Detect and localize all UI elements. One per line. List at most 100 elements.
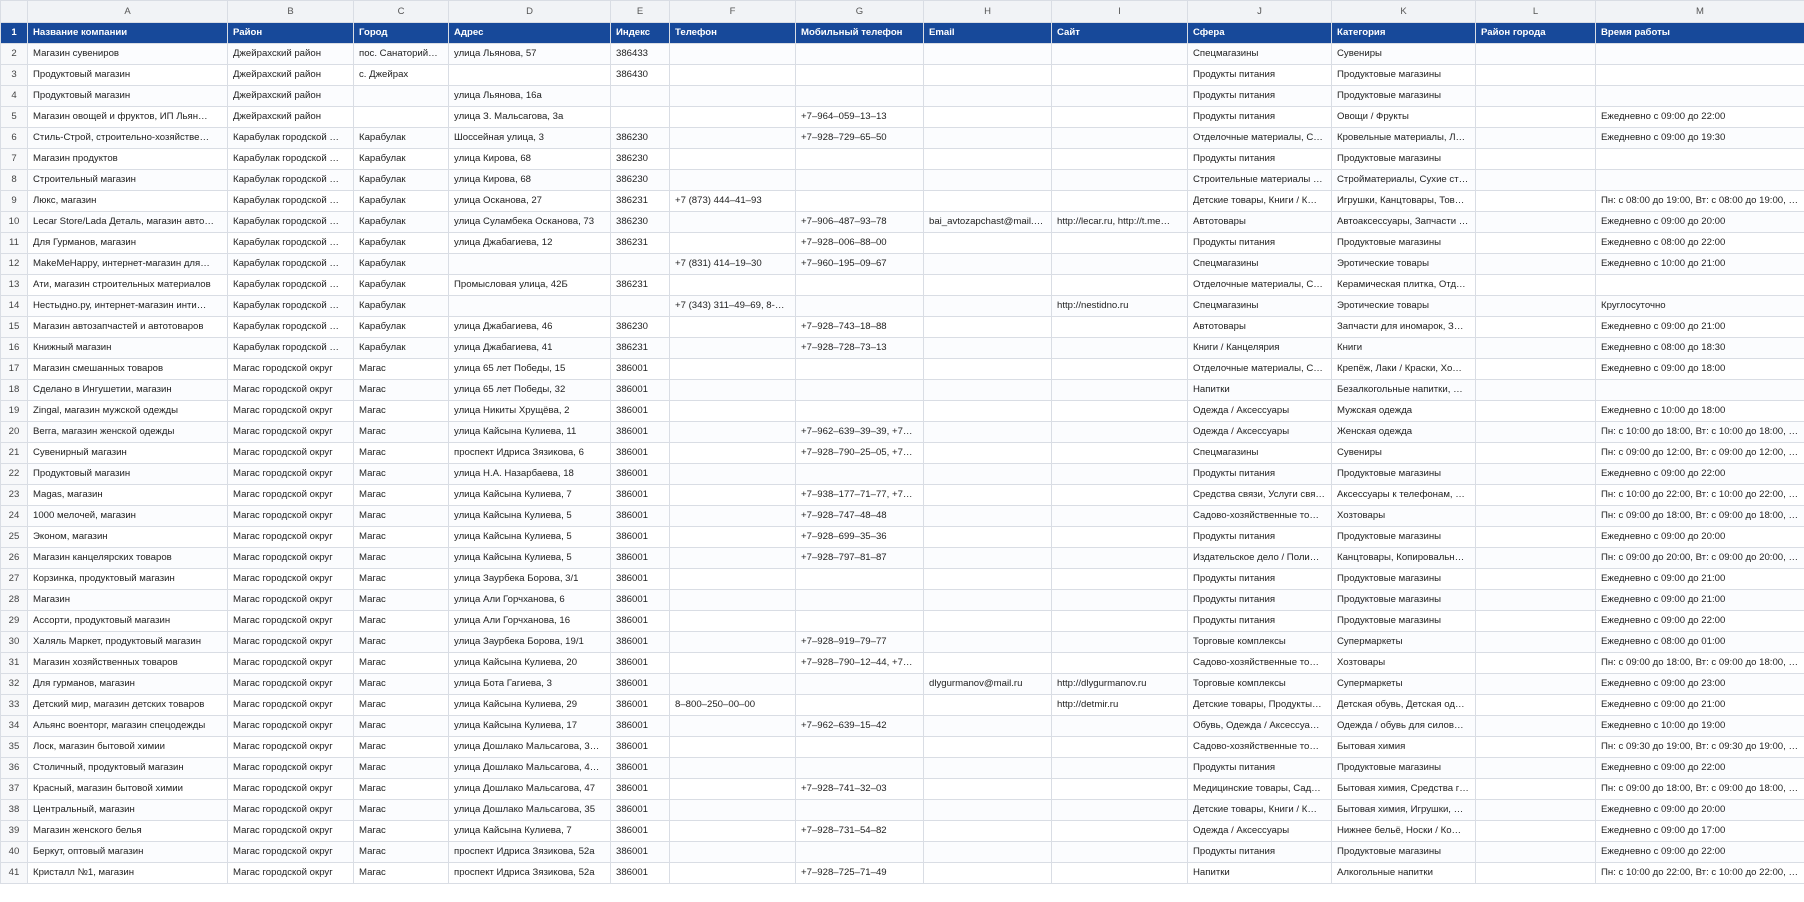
- cell[interactable]: Сувениры: [1331, 43, 1476, 65]
- cell[interactable]: Магас городской округ: [227, 610, 354, 632]
- cell[interactable]: Для Гурманов, магазин: [27, 232, 228, 254]
- cell[interactable]: Ежедневно с 09:00 до 20:00: [1595, 526, 1804, 548]
- cell[interactable]: [795, 673, 924, 695]
- header-cell[interactable]: Сайт: [1051, 22, 1188, 44]
- cell[interactable]: Пн: с 08:00 до 19:00, Вт: с 08:00 до 19:…: [1595, 190, 1804, 212]
- column-header-a[interactable]: A: [27, 0, 228, 23]
- cell[interactable]: 386001: [610, 736, 670, 758]
- row-number[interactable]: 12: [0, 253, 28, 275]
- cell[interactable]: [669, 379, 796, 401]
- cell[interactable]: улица З. Мальсагова, 3а: [448, 106, 611, 128]
- row-number[interactable]: 13: [0, 274, 28, 296]
- cell[interactable]: Алкогольные напитки: [1331, 862, 1476, 884]
- cell[interactable]: Карабулак городской …: [227, 169, 354, 191]
- cell[interactable]: Пн: с 10:00 до 22:00, Вт: с 10:00 до 22:…: [1595, 862, 1804, 884]
- cell[interactable]: Нестыдно.ру, интернет-магазин инти…: [27, 295, 228, 317]
- row-number[interactable]: 32: [0, 673, 28, 695]
- cell[interactable]: +7‒962‒639‒39‒39, +7…: [795, 421, 924, 443]
- cell[interactable]: Продукты питания: [1187, 841, 1332, 863]
- cell[interactable]: [923, 526, 1052, 548]
- cell[interactable]: [795, 400, 924, 422]
- cell[interactable]: +7 (831) 414‒19‒30: [669, 253, 796, 275]
- cell[interactable]: Торговые комплексы: [1187, 631, 1332, 653]
- cell[interactable]: Карабулак: [353, 295, 449, 317]
- cell[interactable]: Центральный, магазин: [27, 799, 228, 821]
- cell[interactable]: [1475, 652, 1596, 674]
- cell[interactable]: [669, 652, 796, 674]
- cell[interactable]: [1475, 295, 1596, 317]
- cell[interactable]: 386001: [610, 547, 670, 569]
- cell[interactable]: [1475, 232, 1596, 254]
- select-all-corner[interactable]: [0, 0, 28, 23]
- cell[interactable]: Магас: [353, 736, 449, 758]
- cell[interactable]: [923, 379, 1052, 401]
- cell[interactable]: Бытовая химия: [1331, 736, 1476, 758]
- cell[interactable]: Магас: [353, 358, 449, 380]
- cell[interactable]: [1051, 547, 1188, 569]
- row-number[interactable]: 40: [0, 841, 28, 863]
- row-number[interactable]: 31: [0, 652, 28, 674]
- row-number[interactable]: 10: [0, 211, 28, 233]
- cell[interactable]: [669, 169, 796, 191]
- cell[interactable]: улица 65 лет Победы, 15: [448, 358, 611, 380]
- cell[interactable]: Ежедневно с 09:00 до 22:00: [1595, 610, 1804, 632]
- cell[interactable]: улица Заурбека Борова, 3/1: [448, 568, 611, 590]
- cell[interactable]: проспект Идриса Зязикова, 52а: [448, 862, 611, 884]
- cell[interactable]: Магазин хозяйственных товаров: [27, 652, 228, 674]
- cell[interactable]: [1475, 841, 1596, 863]
- cell[interactable]: улица Кайсына Кулиева, 17: [448, 715, 611, 737]
- row-number[interactable]: 14: [0, 295, 28, 317]
- cell[interactable]: [669, 568, 796, 590]
- cell[interactable]: Детские товары, Продукты…: [1187, 694, 1332, 716]
- cell[interactable]: Кровельные материалы, Л…: [1331, 127, 1476, 149]
- cell[interactable]: Джейрахский район: [227, 43, 354, 65]
- cell[interactable]: +7 (873) 444‒41‒93: [669, 190, 796, 212]
- cell[interactable]: Магас: [353, 715, 449, 737]
- cell[interactable]: Магас: [353, 820, 449, 842]
- header-cell[interactable]: Название компании: [27, 22, 228, 44]
- cell[interactable]: Магазин продуктов: [27, 148, 228, 170]
- cell[interactable]: улица 65 лет Победы, 32: [448, 379, 611, 401]
- cell[interactable]: Магас городской округ: [227, 484, 354, 506]
- cell[interactable]: Джейрахский район: [227, 106, 354, 128]
- cell[interactable]: [669, 274, 796, 296]
- cell[interactable]: [1595, 43, 1804, 65]
- cell[interactable]: +7 (343) 311‒49‒69, 8-…: [669, 295, 796, 317]
- cell[interactable]: http://detmir.ru: [1051, 694, 1188, 716]
- cell[interactable]: улица Кайсына Кулиева, 7: [448, 820, 611, 842]
- cell[interactable]: Пн: с 09:00 до 12:00, Вт: с 09:00 до 12:…: [1595, 442, 1804, 464]
- header-cell[interactable]: Район: [227, 22, 354, 44]
- cell[interactable]: Для гурманов, магазин: [27, 673, 228, 695]
- cell[interactable]: [795, 85, 924, 107]
- cell[interactable]: Детские товары, Книги / К…: [1187, 799, 1332, 821]
- cell[interactable]: проспект Идриса Зязикова, 52а: [448, 841, 611, 863]
- cell[interactable]: Магазин сувениров: [27, 43, 228, 65]
- cell[interactable]: [353, 106, 449, 128]
- cell[interactable]: Ежедневно с 09:00 до 22:00: [1595, 841, 1804, 863]
- cell[interactable]: улица Кайсына Кулиева, 5: [448, 547, 611, 569]
- cell[interactable]: [923, 799, 1052, 821]
- cell[interactable]: 386001: [610, 715, 670, 737]
- cell[interactable]: Ати, магазин строительных материалов: [27, 274, 228, 296]
- cell[interactable]: проспект Идриса Зязикова, 6: [448, 442, 611, 464]
- cell[interactable]: [448, 64, 611, 86]
- cell[interactable]: [669, 757, 796, 779]
- cell[interactable]: [795, 610, 924, 632]
- cell[interactable]: [923, 505, 1052, 527]
- cell[interactable]: Детская обувь, Детская од…: [1331, 694, 1476, 716]
- cell[interactable]: [1051, 442, 1188, 464]
- row-number[interactable]: 7: [0, 148, 28, 170]
- cell[interactable]: Продуктовые магазины: [1331, 610, 1476, 632]
- cell[interactable]: +7‒928‒699‒35‒36: [795, 526, 924, 548]
- cell[interactable]: Продукты питания: [1187, 757, 1332, 779]
- cell[interactable]: 386001: [610, 568, 670, 590]
- cell[interactable]: 386230: [610, 148, 670, 170]
- cell[interactable]: улица Бота Гагиева, 3: [448, 673, 611, 695]
- cell[interactable]: Сделано в Ингушетии, магазин: [27, 379, 228, 401]
- cell[interactable]: Ежедневно с 09:00 до 18:00: [1595, 358, 1804, 380]
- cell[interactable]: [923, 64, 1052, 86]
- cell[interactable]: [923, 169, 1052, 191]
- cell[interactable]: улица Дошлако Мальсагова, 3…: [448, 736, 611, 758]
- cell[interactable]: [1475, 43, 1596, 65]
- cell[interactable]: Пн: с 09:00 до 18:00, Вт: с 09:00 до 18:…: [1595, 778, 1804, 800]
